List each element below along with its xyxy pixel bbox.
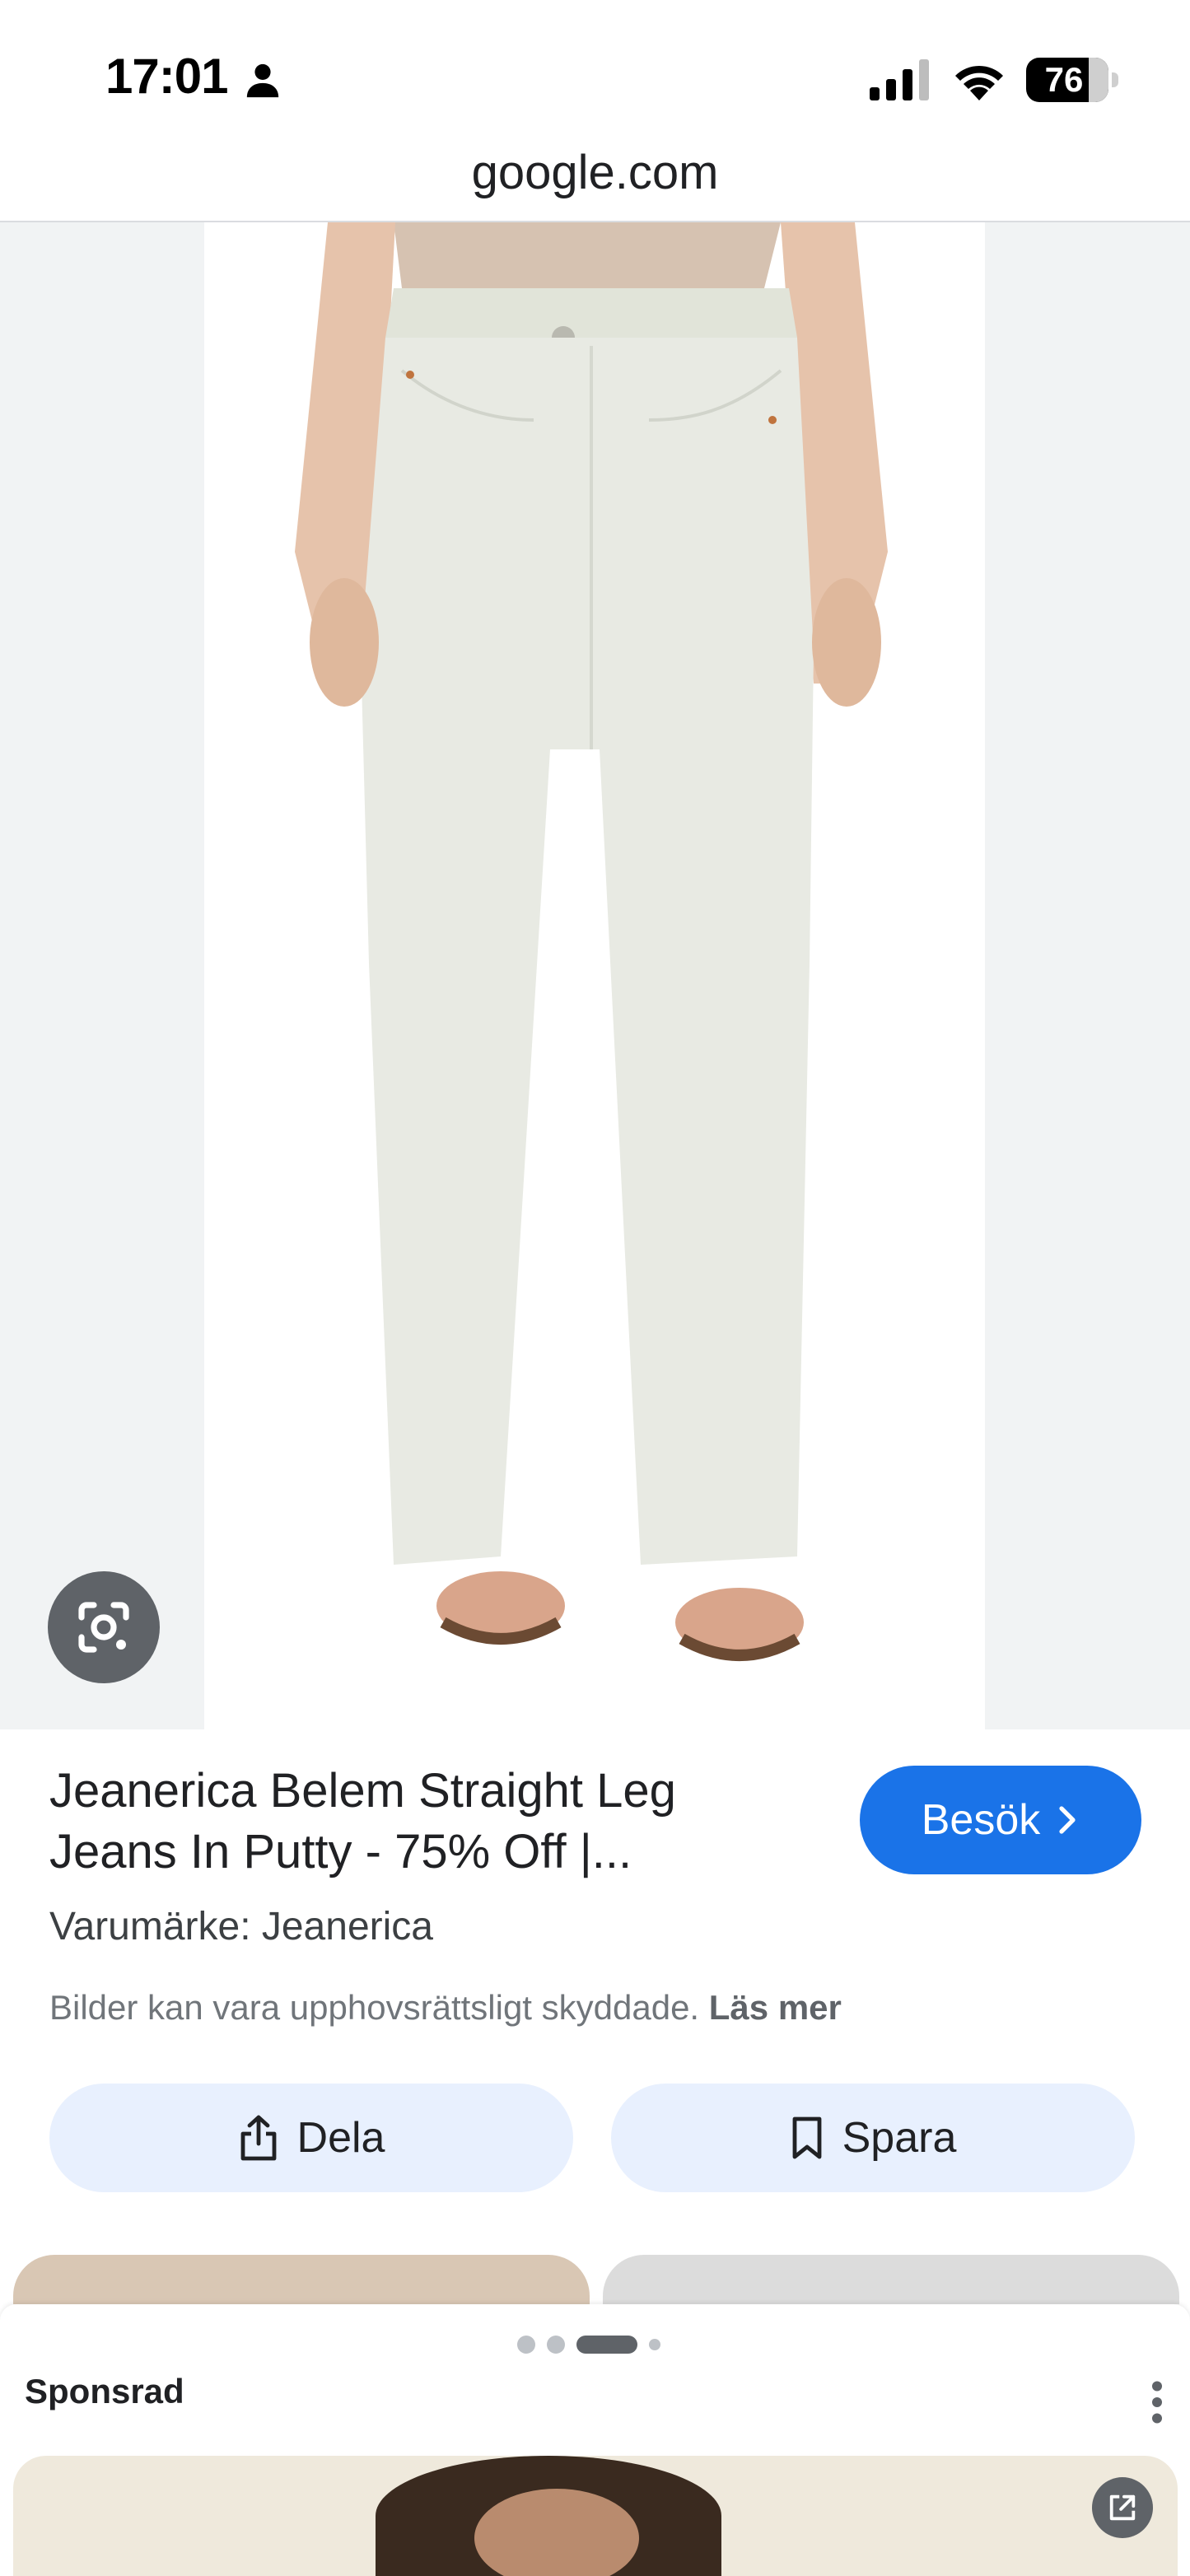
status-bar: 17:01 76 [0, 0, 1190, 140]
more-options-icon[interactable] [1145, 2380, 1169, 2424]
save-button-label: Spara [842, 2114, 957, 2162]
sponsored-ad-image[interactable] [13, 2456, 1178, 2576]
google-lens-icon [78, 1602, 129, 1653]
product-title[interactable]: Jeanerica Belem Straight Leg Jeans In Pu… [49, 1761, 791, 1883]
copyright-text: Bilder kan vara upphovsrättsligt skyddad… [49, 1988, 700, 2027]
wifi-icon [955, 65, 1003, 100]
visit-button[interactable]: Besök [860, 1766, 1141, 1874]
battery-indicator: 76 [1026, 58, 1118, 102]
open-external-icon [1109, 2494, 1136, 2521]
save-button[interactable]: Spara [611, 2084, 1135, 2192]
share-button[interactable]: Dela [49, 2084, 573, 2192]
brand-label: Varumärke: Jeanerica [49, 1905, 433, 1948]
status-time: 17:01 [105, 49, 228, 104]
chevron-right-icon [1059, 1806, 1076, 1834]
person-icon [246, 63, 279, 98]
battery-level: 76 [1044, 60, 1084, 99]
carousel-page-indicator [517, 2336, 660, 2354]
page-dot [649, 2339, 660, 2350]
page-dot [547, 2336, 565, 2354]
url-bar[interactable]: google.com [0, 140, 1190, 222]
page-dot-active [576, 2336, 637, 2354]
product-title-line-2: Jeans In Putty - 75% Off |... [49, 1825, 632, 1878]
cellular-signal-icon [870, 59, 929, 100]
page-dot [517, 2336, 535, 2354]
google-lens-button[interactable] [48, 1571, 160, 1683]
share-icon [240, 2115, 276, 2161]
related-result-thumbnail[interactable] [603, 2255, 1179, 2304]
copyright-notice: Bilder kan vara upphovsrättsligt skyddad… [49, 1988, 842, 2028]
visit-button-label: Besök [921, 1796, 1041, 1844]
bookmark-icon [792, 2116, 822, 2159]
read-more-link[interactable]: Läs mer [709, 1988, 842, 2027]
product-title-line-1: Jeanerica Belem Straight Leg [49, 1764, 676, 1818]
related-result-thumbnail[interactable] [13, 2255, 590, 2304]
product-image[interactable] [204, 222, 985, 1729]
open-external-button[interactable] [1092, 2477, 1153, 2538]
product-image-viewer[interactable] [0, 222, 1190, 1729]
sponsored-label: Sponsrad [25, 2372, 184, 2410]
url-text[interactable]: google.com [472, 143, 719, 203]
share-button-label: Dela [296, 2114, 385, 2162]
